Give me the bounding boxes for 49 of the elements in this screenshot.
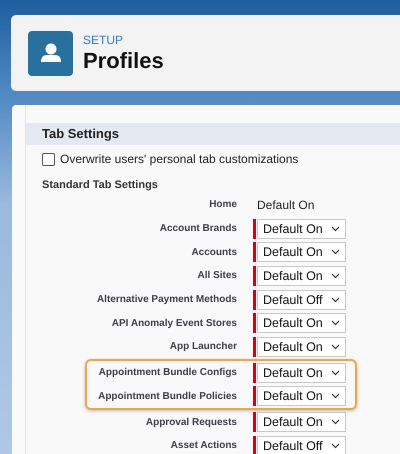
required-bar — [253, 386, 256, 406]
visibility-select[interactable]: Default Off — [257, 436, 346, 454]
tab-value: Default On — [257, 198, 314, 212]
required-bar — [253, 362, 256, 383]
tab-label: App Launcher — [168, 341, 237, 352]
visibility-select[interactable]: Default Off — [257, 290, 346, 310]
tab-label: Approval Requests — [144, 416, 237, 428]
caret-icon — [331, 419, 340, 426]
tab-label: Appointment Bundle Policies — [97, 390, 237, 402]
caret-icon — [331, 393, 340, 400]
caret-icon — [331, 442, 340, 449]
subsection-title: Standard Tab Settings — [42, 179, 159, 191]
required-bar — [253, 313, 256, 334]
tab-label: Account Brands — [158, 223, 237, 234]
caret-icon — [331, 296, 340, 303]
section-header: Tab Settings — [26, 123, 400, 145]
visibility-select[interactable]: Default On — [257, 412, 346, 432]
required-bar — [253, 242, 256, 262]
breadcrumb-label: SETUP — [83, 32, 124, 46]
visibility-select[interactable]: Default On — [257, 362, 346, 383]
required-bar — [253, 336, 256, 357]
checkbox-label: Overwrite users' personal tab customizations — [60, 152, 298, 166]
caret-icon — [331, 226, 340, 232]
tab-label: Home — [208, 199, 237, 210]
caret-icon — [331, 370, 340, 376]
visibility-select[interactable]: Default On — [257, 218, 346, 239]
required-bar — [253, 412, 256, 432]
required-bar — [253, 436, 256, 454]
tab-label: Appointment Bundle Configs — [98, 367, 237, 378]
visibility-select[interactable]: Default On — [257, 336, 346, 357]
visibility-select[interactable]: Default On — [257, 386, 346, 406]
tab-label: Alternative Payment Methods — [96, 294, 237, 306]
required-bar — [253, 218, 256, 239]
tab-label: All Sites — [196, 270, 237, 282]
page-title: Profiles — [83, 48, 164, 74]
visibility-select[interactable]: Default On — [257, 242, 346, 262]
checkbox[interactable] — [42, 152, 55, 166]
required-bar — [253, 266, 256, 286]
visibility-select[interactable]: Default On — [257, 313, 346, 334]
profile-icon — [28, 30, 73, 76]
tab-label: API Anomaly Event Stores — [110, 318, 237, 329]
tab-label: Asset Actions — [170, 440, 237, 452]
caret-icon — [331, 344, 340, 350]
tab-label: Accounts — [190, 246, 237, 258]
caret-icon — [331, 249, 340, 256]
caret-icon — [331, 320, 340, 326]
caret-icon — [331, 272, 340, 279]
visibility-select[interactable]: Default On — [257, 266, 346, 286]
required-bar — [253, 290, 256, 310]
